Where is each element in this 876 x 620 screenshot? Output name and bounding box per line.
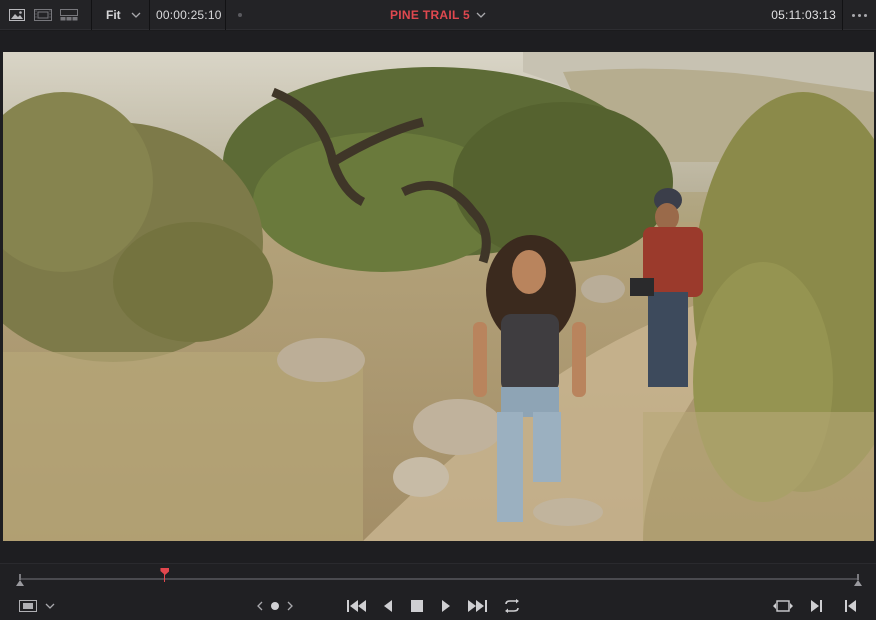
stop-button[interactable] [409,598,425,614]
previous-frame-icon [845,600,856,612]
viewer-mode-group [0,0,92,30]
chevron-down-icon [131,12,141,18]
play-icon [442,600,450,612]
loop-icon [505,599,519,613]
clip-title-dropdown[interactable]: PINE TRAIL 5 [390,8,486,22]
more-options-icon[interactable] [842,0,876,30]
match-frame-icon [773,600,793,612]
out-point-marker[interactable] [854,574,862,587]
chevron-down-icon [45,603,55,609]
play-button[interactable] [438,598,454,614]
skip-forward-icon [468,600,487,612]
scrubber-track[interactable] [20,578,858,580]
next-frame-icon [811,600,822,612]
chevron-right-icon [287,601,293,611]
clip-title: PINE TRAIL 5 [389,8,471,22]
jump-to-start-button[interactable] [346,598,368,614]
step-back-button[interactable] [380,598,396,614]
next-edit-button[interactable] [808,598,824,614]
multi-viewer-icon[interactable] [60,8,78,22]
in-point-marker[interactable] [16,574,24,587]
zoom-label: Fit [106,7,121,22]
record-timecode[interactable]: 05:11:03:13 [771,0,836,30]
jog-wheel[interactable] [254,598,296,614]
film-frame-icon [19,600,37,612]
chevron-down-icon [476,12,486,18]
source-timecode[interactable]: 00:00:25:10 [150,0,226,30]
transport-bar [0,563,876,620]
play-reverse-icon [384,600,392,612]
playhead[interactable] [160,568,170,582]
marker-dot-icon [232,12,248,17]
filmstrip-viewer-icon[interactable] [34,8,52,22]
video-frame [3,52,874,541]
jump-to-end-button[interactable] [466,598,488,614]
match-frame-button[interactable] [772,598,794,614]
jog-dot-icon [271,602,279,610]
loop-button[interactable] [501,598,523,614]
chevron-left-icon [257,601,263,611]
zoom-dropdown[interactable]: Fit [92,0,150,30]
previous-edit-button[interactable] [843,598,859,614]
viewer-overlay-dropdown[interactable] [18,598,56,614]
skip-back-icon [347,600,366,612]
viewer-toolbar: Fit 00:00:25:10 PINE TRAIL 5 05:11:03:13 [0,0,876,30]
image-viewer-icon[interactable] [8,8,26,22]
stop-icon [411,600,423,612]
